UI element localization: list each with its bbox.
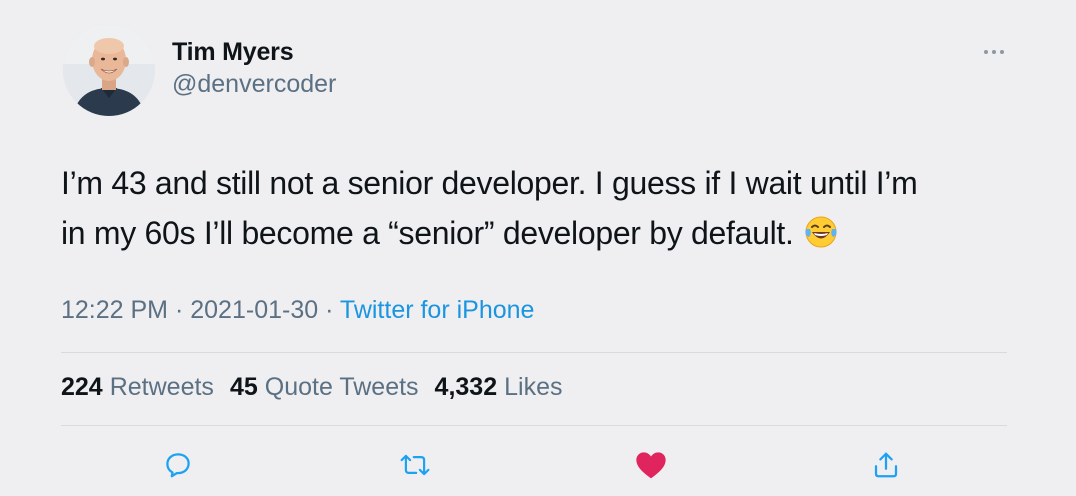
retweets-stat[interactable]: 224 Retweets	[61, 373, 214, 402]
author-handle[interactable]: @denvercoder	[172, 70, 336, 99]
dot	[1000, 50, 1004, 54]
face-with-tears-of-joy-icon	[804, 213, 838, 263]
divider	[61, 425, 1007, 426]
quote-tweets-label: Quote Tweets	[264, 373, 419, 401]
tweet-text-line-2: in my 60s I’ll become a “senior” develop…	[61, 215, 794, 251]
reply-button[interactable]	[160, 447, 196, 483]
retweet-button[interactable]	[397, 447, 433, 483]
dot	[992, 50, 996, 54]
dot	[984, 50, 988, 54]
tweet-text-line-1: I’m 43 and still not a senior developer.…	[61, 165, 918, 201]
likes-stat[interactable]: 4,332 Likes	[435, 373, 563, 402]
tweet-source-link[interactable]: Twitter for iPhone	[340, 296, 535, 324]
reply-icon	[166, 453, 190, 478]
retweets-count: 224	[61, 373, 103, 401]
likes-count: 4,332	[434, 373, 498, 401]
retweet-icon	[400, 454, 430, 476]
likes-label: Likes	[504, 373, 563, 401]
tweet-stats: 224 Retweets 45 Quote Tweets 4,332 Likes	[61, 373, 562, 402]
meta-separator: ·	[174, 296, 184, 324]
tweet-date[interactable]: 2021-01-30	[190, 296, 318, 324]
avatar[interactable]	[63, 24, 155, 116]
profile-photo-icon	[63, 24, 155, 116]
divider	[61, 352, 1007, 353]
heart-icon	[636, 452, 666, 479]
quote-tweets-count: 45	[229, 373, 258, 401]
tweet-meta: 12:22 PM · 2021-01-30 · Twitter for iPho…	[61, 296, 534, 325]
ellipsis-icon[interactable]	[978, 42, 1010, 62]
like-button[interactable]	[633, 447, 669, 483]
tweet-text: I’m 43 and still not a senior developer.…	[61, 158, 1021, 263]
tweet-time[interactable]: 12:22 PM	[61, 296, 168, 324]
retweets-label: Retweets	[109, 373, 214, 401]
tweet-card: Tim Myers @denvercoder I’m 43 and still …	[0, 0, 1076, 496]
tweet-text-line-2-wrap: in my 60s I’ll become a “senior” develop…	[61, 208, 1021, 263]
author-display-name[interactable]: Tim Myers	[172, 38, 294, 67]
meta-separator: ·	[325, 296, 334, 324]
share-button[interactable]	[868, 447, 904, 483]
quote-tweets-stat[interactable]: 45 Quote Tweets	[230, 373, 419, 402]
share-icon	[874, 452, 898, 478]
